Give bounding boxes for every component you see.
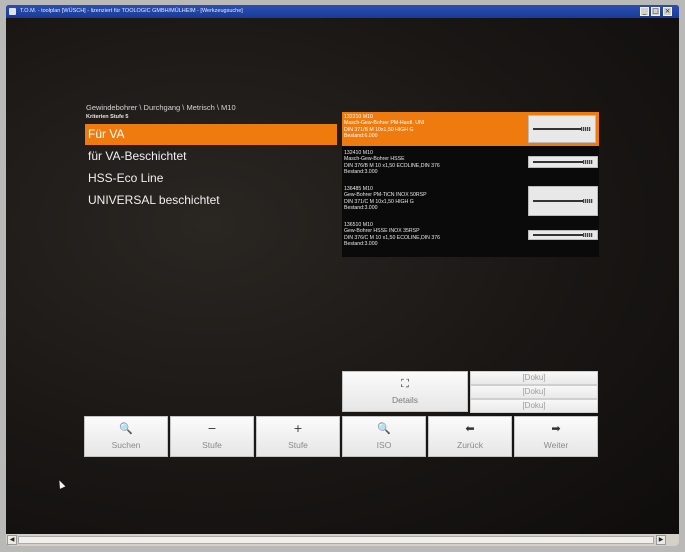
result-item[interactable]: 132210 M10 Masch-Gew-Bohrer PM-Hardl. UNI… <box>342 112 599 146</box>
result-item[interactable]: 136485 M10 Gew-Bohrer PM-TiCN INOX 50RSP D… <box>342 184 599 218</box>
result-item[interactable]: 132410 M10 Masch-Gew-Bohrer HSSE DIN 376/B… <box>342 148 599 182</box>
result-line2: Masch-Gew-Bohrer PM-Hardl. UNI <box>344 120 425 127</box>
results-list: 132210 M10 Masch-Gew-Bohrer PM-Hardl. UNI… <box>342 112 599 257</box>
criteria-option[interactable]: für VA-Beschichtet <box>85 146 337 167</box>
close-button[interactable]: × <box>663 7 672 16</box>
doku-button-1[interactable]: [Doku] <box>470 371 598 385</box>
toolbar-label: Stufe <box>288 440 308 450</box>
magnifier-icon: 🔍 <box>377 422 391 435</box>
tool-thumbnail <box>528 230 598 240</box>
minimize-button[interactable]: _ <box>640 7 649 16</box>
doku-button-3[interactable]: [Doku] <box>470 399 598 413</box>
result-text: 132210 M10 Masch-Gew-Bohrer PM-Hardl. UNI… <box>344 114 424 139</box>
plus-icon: + <box>293 422 303 435</box>
mouse-cursor <box>56 479 66 489</box>
criteria-label: Kriterien Stufe 5 <box>86 114 129 120</box>
scroll-thumb[interactable] <box>18 536 654 544</box>
toolbar-label: Suchen <box>111 440 141 450</box>
result-line3: DIN 376/C M 10 x1,50 ECOLINE,DIN 376 <box>344 234 441 241</box>
tool-thread <box>581 127 591 131</box>
toolbar-label: ISO <box>376 440 392 450</box>
result-item[interactable]: 136510 M10 Gew-Bohrer HSSE INOX 35RSP DIN … <box>342 220 599 254</box>
screen: T.O.M. - toolplan [WÜSCH] - lizenziert f… <box>6 5 679 546</box>
toolbar-label: Stufe <box>202 440 222 450</box>
horizontal-scrollbar[interactable]: ◀ ▶ <box>6 534 679 546</box>
result-text: 136510 M10 Gew-Bohrer HSSE INOX 35RSP DIN … <box>344 222 440 247</box>
monitor-frame: T.O.M. - toolplan [WÜSCH] - lizenziert f… <box>0 0 685 552</box>
main-content: Gewindebohrer \ Durchgang \ Metrisch \ M… <box>6 18 679 534</box>
title-bar[interactable]: T.O.M. - toolplan [WÜSCH] - lizenziert f… <box>6 5 679 18</box>
scroll-right-icon[interactable]: ▶ <box>656 535 666 545</box>
result-line2: Gew-Bohrer PM-TiCN INOX 50RSP <box>344 192 427 199</box>
tool-thumbnail <box>528 115 596 143</box>
tool-thread <box>583 160 593 164</box>
scroll-left-icon[interactable]: ◀ <box>7 535 17 545</box>
maximize-button[interactable]: □ <box>651 7 660 16</box>
result-line4: Bestand:6.000 <box>344 132 378 139</box>
tool-thread <box>583 233 593 237</box>
iso-button[interactable]: 🔍 ISO <box>342 416 426 457</box>
details-label: Details <box>392 395 418 405</box>
app-icon <box>9 8 16 15</box>
stufe-minus-button[interactable]: − Stufe <box>170 416 254 457</box>
result-line4: Bestand:3.000 <box>344 204 378 211</box>
result-line3: DIN 376/B M 10 x1,50 ECOLINE,DIN 376 <box>344 162 440 169</box>
arrow-left-icon: ⬅ <box>465 422 475 435</box>
magnifier-icon: 🔍 <box>119 422 133 435</box>
doku-button-2[interactable]: [Doku] <box>470 385 598 399</box>
result-text: 136485 M10 Gew-Bohrer PM-TiCN INOX 50RSP D… <box>344 186 427 211</box>
next-button[interactable]: ➡ Weiter <box>514 416 598 457</box>
tool-thread <box>583 199 593 203</box>
toolbar-label: Zurück <box>457 440 483 450</box>
fullscreen-icon: ⛶ <box>401 377 409 390</box>
result-line4: Bestand:3.000 <box>344 168 378 175</box>
stufe-plus-button[interactable]: + Stufe <box>256 416 340 457</box>
criteria-option[interactable]: HSS-Eco Line <box>85 168 337 189</box>
result-text: 132410 M10 Masch-Gew-Bohrer HSSE DIN 376/B… <box>344 150 440 175</box>
search-button[interactable]: 🔍 Suchen <box>84 416 168 457</box>
criteria-option[interactable]: Für VA <box>85 124 337 145</box>
criteria-option[interactable]: UNIVERSAL beschichtet <box>85 190 337 211</box>
tool-thumbnail <box>528 156 598 168</box>
breadcrumb: Gewindebohrer \ Durchgang \ Metrisch \ M… <box>86 103 236 112</box>
back-button[interactable]: ⬅ Zurück <box>428 416 512 457</box>
window-title: T.O.M. - toolplan [WÜSCH] - lizenziert f… <box>20 8 243 14</box>
toolbar-label: Weiter <box>543 440 569 450</box>
tool-thumbnail <box>528 186 598 216</box>
arrow-right-icon: ➡ <box>551 422 561 435</box>
details-button[interactable]: ⛶ Details <box>342 371 468 412</box>
result-line3: DIN 371/B M 10x1,50 HIGH G <box>344 126 414 133</box>
minus-icon: − <box>207 422 217 435</box>
result-line4: Bestand:3.000 <box>344 240 378 247</box>
